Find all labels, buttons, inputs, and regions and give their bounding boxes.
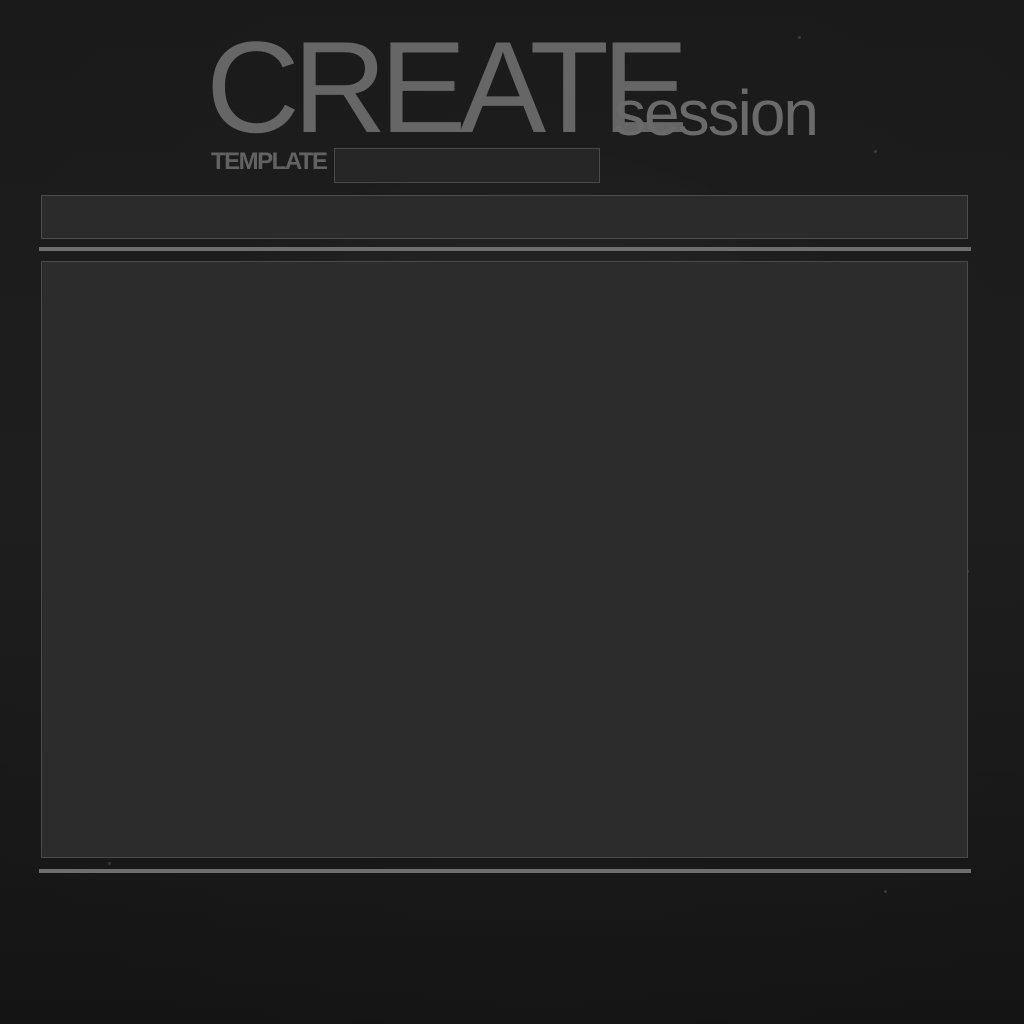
background-speck <box>798 36 801 39</box>
session-name-field[interactable] <box>41 195 968 239</box>
background-speck <box>108 862 111 865</box>
page-title: CREATE <box>206 14 689 160</box>
background-speck <box>884 890 887 893</box>
template-input[interactable] <box>334 148 600 183</box>
session-content-area[interactable] <box>41 261 968 858</box>
divider-top <box>39 247 971 251</box>
template-label: TEMPLATE <box>211 148 328 175</box>
page-subtitle: session <box>614 77 819 149</box>
background-speck <box>874 150 877 153</box>
divider-bottom <box>39 869 971 873</box>
